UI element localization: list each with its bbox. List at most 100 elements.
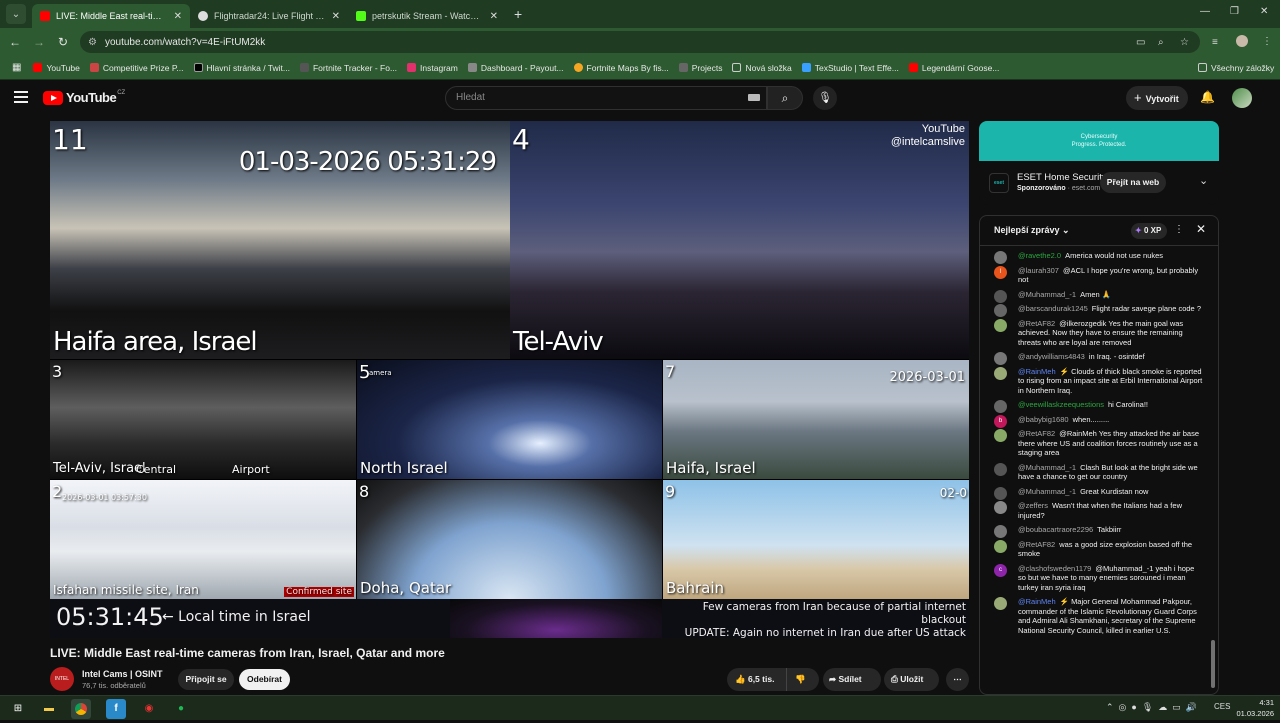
share-button[interactable]: ➦ Sdílet <box>823 668 881 691</box>
chat-message[interactable]: b @babybig1680 when......... <box>980 414 1210 428</box>
tab-search-icon[interactable]: ⌄ <box>6 4 26 24</box>
restore-icon[interactable]: ❐ <box>1230 6 1239 17</box>
chat-message[interactable]: @barscandurak1245 Flight radar savege pla… <box>980 304 1210 317</box>
search-input[interactable]: Hledat <box>445 86 767 110</box>
bookmark-item[interactable]: Hlavní stránka / Twit... <box>193 63 290 73</box>
zoom-icon[interactable]: ⌕ <box>1158 37 1164 48</box>
chat-avatar[interactable] <box>994 400 1007 413</box>
chat-message[interactable]: @RetAF82 @RainMeh Yes they attacked the a… <box>980 429 1210 458</box>
bookmark-item[interactable]: Legendární Goose... <box>908 63 999 73</box>
menu-icon[interactable] <box>14 91 28 103</box>
cast-icon[interactable]: ▭ <box>1136 37 1145 48</box>
notifications-bell-icon[interactable]: 🔔 <box>1200 90 1215 104</box>
windows-start-icon[interactable]: ⊞ <box>8 699 28 719</box>
minimize-icon[interactable]: — <box>1200 6 1210 17</box>
chat-message[interactable]: @ravethe2.0 America would not use nukes <box>980 251 1210 264</box>
close-icon[interactable]: ✕ <box>1196 222 1206 236</box>
chat-avatar[interactable]: l <box>994 265 1007 279</box>
chat-message[interactable]: l @laurah307 @ACL I hope you're wrong, but… <box>980 265 1210 285</box>
chat-author[interactable]: @RainMeh <box>1018 597 1056 606</box>
bookmark-item[interactable]: Projects <box>678 63 722 73</box>
bookmark-item[interactable]: Instagram <box>407 63 458 73</box>
bookmark-item[interactable]: Fortnite Tracker - Fo... <box>299 63 397 73</box>
reload-icon[interactable]: ↻ <box>51 35 75 49</box>
chrome-icon[interactable] <box>71 699 91 719</box>
chat-message[interactable]: c @clashofsweden1179 @Muhammad_-1 yeah i h… <box>980 563 1210 593</box>
chat-author[interactable]: @Muhammad_-1 <box>1018 487 1076 496</box>
channel-avatar[interactable]: INTEL CAMS <box>50 667 74 706</box>
chat-author[interactable]: @RetAF82 <box>1018 429 1055 438</box>
chat-author[interactable]: @RetAF82 <box>1018 540 1055 549</box>
forward-arrow-icon[interactable]: → <box>27 35 51 49</box>
chat-avatar[interactable] <box>994 352 1007 365</box>
create-button[interactable]: + Vytvořit <box>1126 86 1188 110</box>
close-tab-icon[interactable]: ✕ <box>490 11 498 22</box>
chat-author[interactable]: @clashofsweden1179 <box>1018 564 1091 573</box>
chat-mode-dropdown[interactable]: Nejlepší zprávy ⌄ <box>994 225 1070 236</box>
chat-message[interactable]: @RetAF82 @ilkerozgedik Yes the main goal … <box>980 318 1210 348</box>
new-tab-button[interactable]: + <box>514 6 522 22</box>
chevron-down-icon[interactable]: ⌄ <box>1199 174 1208 187</box>
chat-message[interactable]: @veewillaskzeequestions hi Carolina!! <box>980 400 1210 413</box>
browser-tab[interactable]: LIVE: Middle East real-time cam ✕ <box>32 4 190 28</box>
ad-banner[interactable]: Cybersecurity Progress. Protected. <box>979 121 1219 161</box>
chat-author[interactable]: @RainMeh <box>1018 367 1056 376</box>
chat-avatar[interactable] <box>994 251 1007 264</box>
back-arrow-icon[interactable]: ← <box>3 35 27 49</box>
chat-menu-icon[interactable]: ⋮ <box>1174 224 1184 235</box>
site-info-icon[interactable]: ⚙ <box>88 37 97 48</box>
bookmark-item[interactable]: YouTube <box>33 63 80 73</box>
subscribe-button[interactable]: Odebírat <box>239 669 290 690</box>
browser-tab[interactable]: petrskutik Stream - Watch Live ✕ <box>348 4 506 28</box>
visit-site-button[interactable]: Přejít na web <box>1100 172 1166 193</box>
browser-tab[interactable]: Flightradar24: Live Flight Track ✕ <box>190 4 348 28</box>
chat-author[interactable]: @zeffers <box>1018 501 1048 510</box>
chat-message[interactable]: @Muhammad_-1 Clash But look at the bright… <box>980 462 1210 482</box>
chat-author[interactable]: @Muhammad_-1 <box>1018 463 1076 472</box>
chat-message[interactable]: @RainMeh ⚡ Clouds of thick black smoke is… <box>980 366 1210 396</box>
chat-avatar[interactable] <box>994 462 1007 476</box>
chat-author[interactable]: @boubacartraore2296 <box>1018 525 1093 534</box>
chat-avatar[interactable]: c <box>994 563 1007 577</box>
chat-author[interactable]: @andywilliams4843 <box>1018 352 1085 361</box>
chat-avatar[interactable] <box>994 597 1007 610</box>
apps-grid-icon[interactable]: ▦ <box>12 62 21 73</box>
bookmark-item[interactable]: Competitive Prize P... <box>89 63 184 73</box>
profile-icon[interactable] <box>1236 35 1248 47</box>
all-bookmarks-folder[interactable]: Všechny záložky <box>1198 63 1274 73</box>
chat-author[interactable]: @Muhammad_-1 <box>1018 290 1076 299</box>
bookmark-star-icon[interactable]: ☆ <box>1180 37 1189 48</box>
save-button[interactable]: ⎙ Uložit <box>884 668 939 691</box>
chat-avatar[interactable] <box>994 525 1007 538</box>
chat-message[interactable]: @andywilliams4843 in Iraq. - osintdef <box>980 352 1210 365</box>
video-player[interactable]: 11 01-03-2026 05:31:29 Haifa area, Israe… <box>50 121 969 638</box>
input-language[interactable]: CES <box>1214 702 1230 711</box>
channel-name[interactable]: Intel Cams | OSINT <box>82 669 163 679</box>
app-record-icon[interactable]: ◉ <box>139 699 159 719</box>
xp-badge[interactable]: ✦ 0 XP <box>1131 223 1167 239</box>
chat-avatar[interactable]: b <box>994 414 1007 428</box>
clock[interactable]: 4:31 01.03.2026 <box>1236 697 1274 719</box>
bookmark-item[interactable]: TexStudio | Text Effe... <box>801 63 899 73</box>
chat-author[interactable]: @laurah307 <box>1018 266 1059 275</box>
file-explorer-icon[interactable]: ▬ <box>39 699 59 719</box>
chat-message[interactable]: @RainMeh ⚡ Major General Mohammad Pakpour… <box>980 597 1210 635</box>
chat-avatar[interactable] <box>994 304 1007 317</box>
bookmark-folder[interactable]: Nová složka <box>732 63 792 73</box>
chat-author[interactable]: @babybig1680 <box>1018 415 1069 424</box>
system-tray[interactable]: ⌃ ◎ ● 🎙 ☁ ▭ 🔊 <box>1106 702 1197 713</box>
chat-scrollbar[interactable] <box>1211 640 1215 688</box>
join-button[interactable]: Připojit se <box>178 669 234 690</box>
chat-message[interactable]: @boubacartraore2296 Takbiirr <box>980 525 1210 538</box>
chat-avatar[interactable] <box>994 366 1007 380</box>
chat-avatar[interactable] <box>994 501 1007 514</box>
sponsored-ad[interactable]: Cybersecurity Progress. Protected. eset … <box>979 121 1219 205</box>
bookmark-item[interactable]: Fortnite Maps By fis... <box>573 63 669 73</box>
youtube-logo[interactable]: YouTube CZ <box>43 90 125 105</box>
like-button[interactable]: 👍 6,5 tis. <box>727 668 787 691</box>
bookmark-item[interactable]: Dashboard - Payout... <box>467 63 564 73</box>
app-f-icon[interactable]: f <box>106 699 126 719</box>
chat-author[interactable]: @barscandurak1245 <box>1018 304 1088 313</box>
chat-author[interactable]: @ravethe2.0 <box>1018 251 1061 260</box>
chat-author[interactable]: @veewillaskzeequestions <box>1018 400 1104 409</box>
